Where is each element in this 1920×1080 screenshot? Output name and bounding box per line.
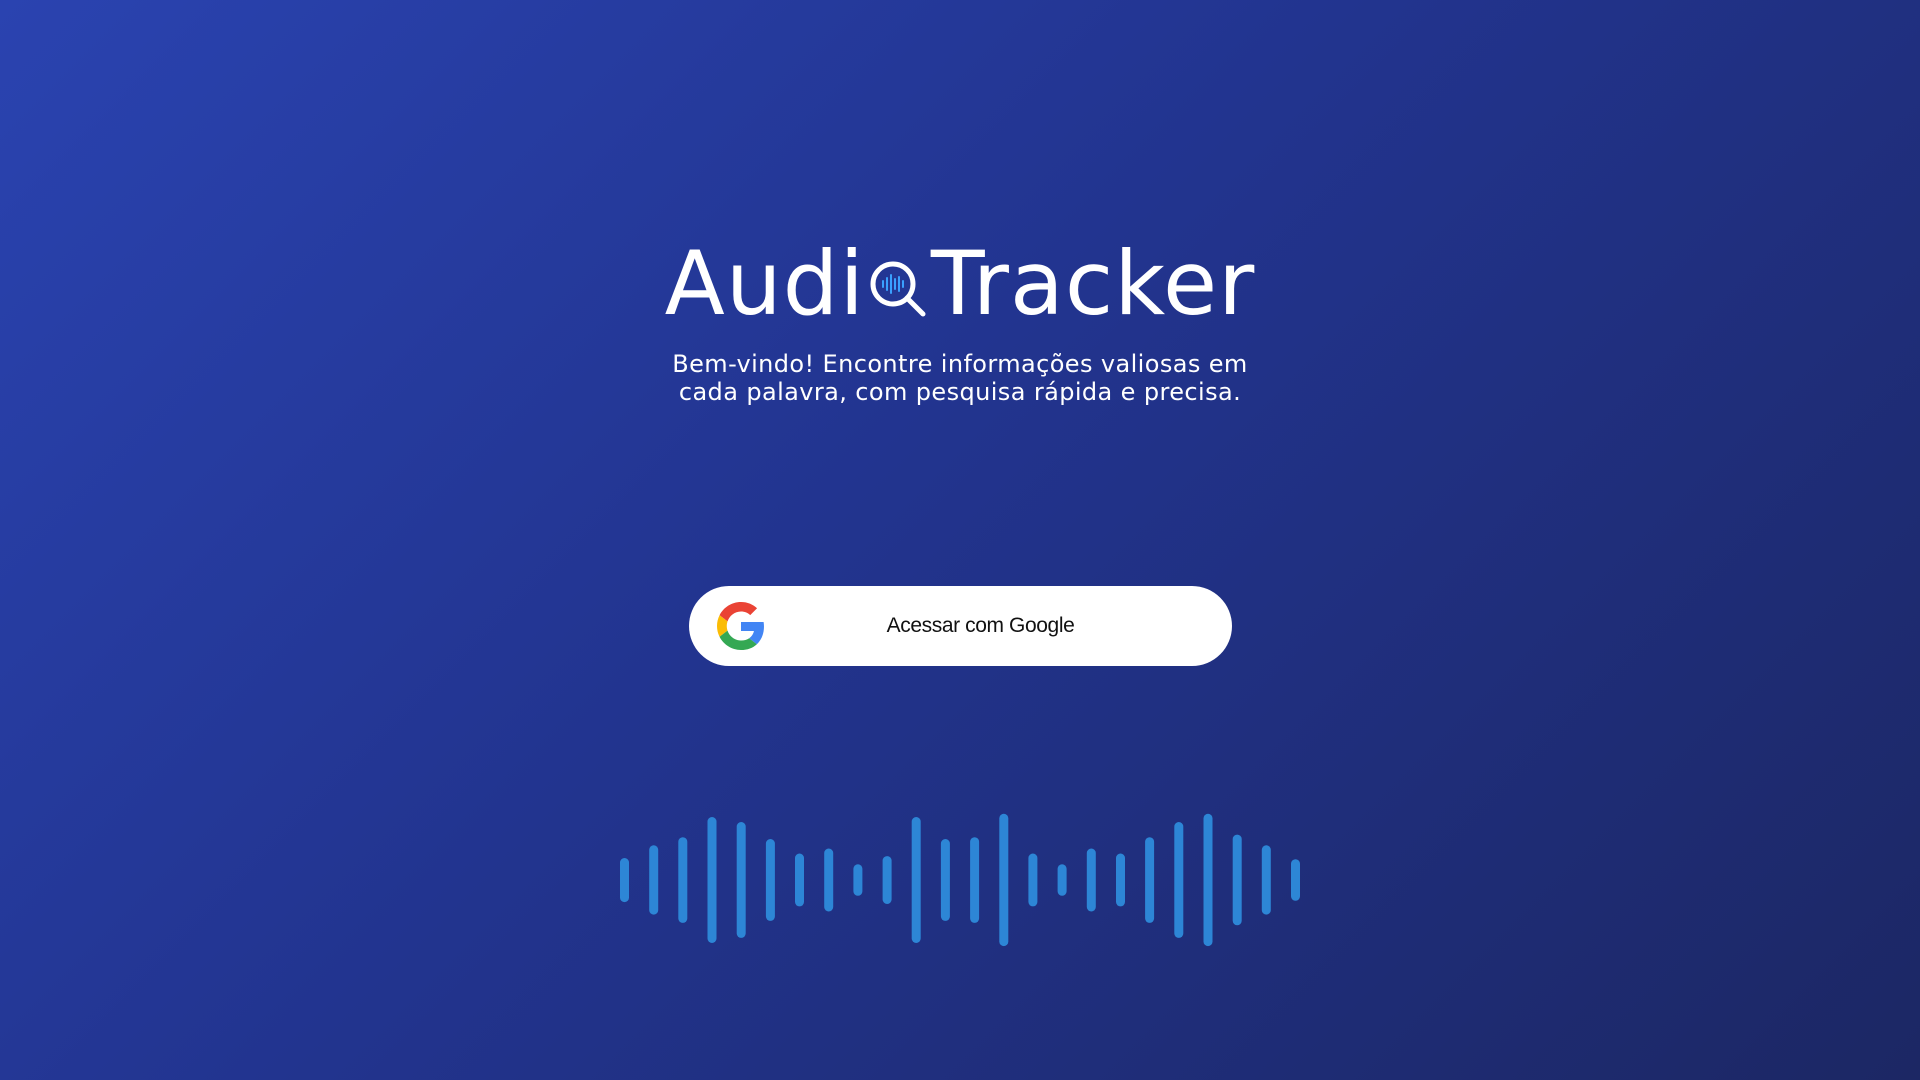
welcome-message: Bem-vindo! Encontre informações valiosas… (0, 350, 1920, 406)
logo-text-part2: Tracker (930, 232, 1256, 336)
waveform-bar (765, 839, 775, 921)
waveform-bar (1086, 848, 1096, 912)
logo-text-part1: Audi (664, 232, 865, 336)
welcome-line-2: cada palavra, com pesquisa rápida e prec… (678, 378, 1242, 406)
app-logo: Audi Tracker (0, 228, 1920, 334)
waveform-bar (1145, 837, 1155, 923)
waveform-bar (1028, 853, 1038, 907)
waveform-bar (1261, 845, 1271, 915)
waveform-bar (795, 853, 804, 907)
audio-waveform (620, 813, 1300, 947)
waveform-bar (678, 837, 688, 923)
login-screen: Audi Tracker Bem-vindo! Encontre informa… (0, 0, 1920, 1080)
waveform-bar (853, 864, 863, 896)
waveform-bar (736, 822, 746, 938)
google-login-button[interactable]: Acessar com Google (689, 586, 1232, 666)
waveform-bar (1057, 864, 1067, 896)
waveform-bar (824, 848, 834, 912)
welcome-line-1: Bem-vindo! Encontre informações valiosas… (672, 350, 1248, 378)
waveform-bar (620, 858, 629, 903)
waveform-bar (882, 856, 892, 904)
waveform-bar (1116, 853, 1125, 907)
waveform-bar (999, 813, 1009, 947)
waveform-bar (911, 817, 921, 943)
waveform-bar (1203, 813, 1213, 947)
waveform-bar (649, 845, 659, 915)
waveform-bar (1174, 822, 1184, 938)
magnifier-soundwave-icon (870, 261, 926, 317)
waveform-bar (1291, 859, 1300, 901)
waveform-bar (707, 817, 717, 943)
waveform-bar (970, 837, 980, 923)
waveform-bar (940, 839, 950, 921)
waveform-bar (1232, 834, 1242, 926)
google-login-label: Acessar com Google (886, 614, 1075, 637)
